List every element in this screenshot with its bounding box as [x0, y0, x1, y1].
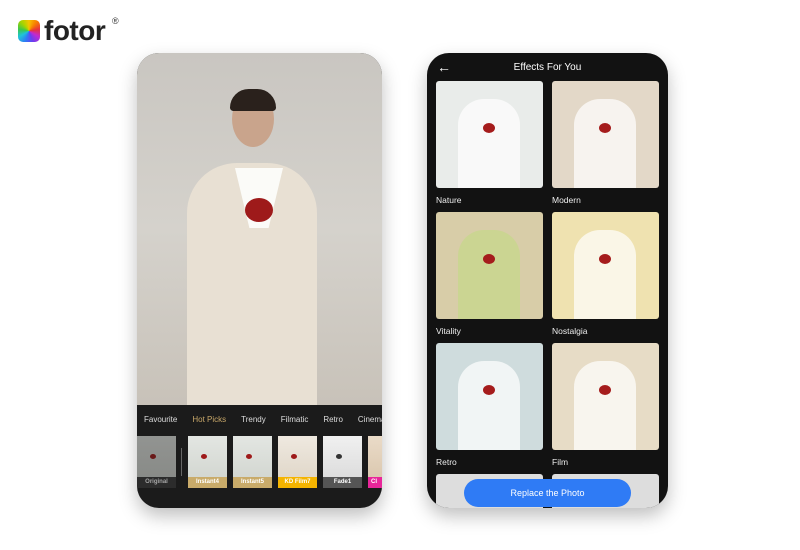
category-tab[interactable]: Cinemat [358, 415, 382, 424]
effect-image [552, 212, 659, 319]
effect-card[interactable]: Retro [436, 343, 543, 467]
editor-phone: Favourite Hot Picks Trendy Filmatic Retr… [137, 53, 382, 508]
category-tab[interactable]: Retro [323, 415, 343, 424]
category-tab-active[interactable]: Hot Picks [192, 415, 226, 424]
filter-original[interactable]: Original [137, 436, 176, 488]
filter-label: Instant4 [188, 477, 227, 488]
effect-card[interactable]: Vitality [436, 212, 543, 336]
filter-categories: Favourite Hot Picks Trendy Filmatic Retr… [144, 415, 382, 424]
filter-label: KD Film7 [278, 477, 317, 488]
filter-thumb[interactable]: Fade1 [323, 436, 362, 488]
filter-thumb[interactable]: KD Film7 [278, 436, 317, 488]
fotor-logo: fotor ® [18, 15, 119, 46]
effect-card[interactable]: Nostalgia [552, 212, 659, 336]
filter-label: Instant5 [233, 477, 272, 488]
effect-card[interactable]: Nature [436, 81, 543, 205]
registered-mark: ® [112, 16, 119, 26]
replace-photo-button[interactable]: Replace the Photo [464, 479, 631, 507]
effects-phone: ← Effects For You Nature Modern Vitality… [427, 53, 668, 508]
filter-thumbnails: Original Instant4 Instant5 KD Film7 Fade… [137, 436, 382, 488]
filter-thumb[interactable]: Instant5 [233, 436, 272, 488]
effect-image [436, 343, 543, 450]
filter-label: Cl [368, 477, 382, 488]
fotor-logo-icon [18, 20, 40, 42]
effect-label: Nature [436, 195, 462, 205]
effect-card[interactable]: Modern [552, 81, 659, 205]
effect-label: Vitality [436, 326, 461, 336]
effect-label: Retro [436, 457, 457, 467]
brand-name: fotor [44, 15, 106, 46]
category-tab[interactable]: Trendy [241, 415, 266, 424]
category-tab[interactable]: Favourite [144, 415, 177, 424]
filter-thumb[interactable]: Cl [368, 436, 382, 488]
effect-label: Nostalgia [552, 326, 588, 336]
effect-image [552, 343, 659, 450]
effect-label: Film [552, 457, 569, 467]
filter-label: Fade1 [323, 477, 362, 488]
effects-title: Effects For You [513, 62, 582, 73]
effect-image [552, 81, 659, 188]
filter-thumb[interactable]: Instant4 [188, 436, 227, 488]
effect-label: Modern [552, 195, 581, 205]
divider [181, 448, 182, 476]
effect-card[interactable]: Film [552, 343, 659, 467]
effect-image [436, 212, 543, 319]
filter-label: Original [137, 477, 176, 488]
effect-image [436, 81, 543, 188]
category-tab[interactable]: Filmatic [281, 415, 309, 424]
edited-photo [137, 53, 382, 405]
